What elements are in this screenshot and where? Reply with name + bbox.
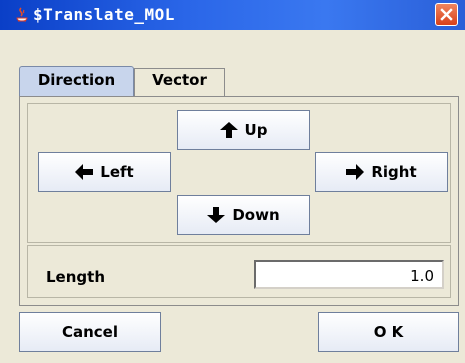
right-button[interactable]: Right: [315, 152, 448, 192]
direction-panel: Up Left Right Down Length 1.0: [19, 96, 459, 306]
right-label: Right: [371, 163, 417, 181]
close-icon: [440, 8, 453, 21]
tab-direction[interactable]: Direction: [19, 66, 134, 96]
length-input[interactable]: 1.0: [254, 260, 444, 289]
arrow-buttons-group: Up Left Right Down: [27, 103, 451, 243]
up-label: Up: [244, 121, 268, 139]
down-label: Down: [232, 206, 280, 224]
left-label: Left: [100, 163, 134, 181]
ok-button[interactable]: O K: [318, 312, 459, 352]
length-row: Length 1.0: [27, 245, 451, 298]
window-title: $Translate_MOL: [33, 5, 175, 24]
close-button[interactable]: [435, 3, 458, 26]
cancel-button[interactable]: Cancel: [19, 312, 161, 352]
arrow-left-icon: [75, 164, 94, 180]
length-label: Length: [46, 268, 105, 286]
up-button[interactable]: Up: [177, 110, 310, 150]
title-bar[interactable]: $Translate_MOL: [0, 0, 465, 30]
arrow-right-icon: [346, 164, 365, 180]
cancel-label: Cancel: [61, 323, 118, 341]
down-button[interactable]: Down: [177, 195, 310, 235]
ok-label: O K: [373, 323, 404, 341]
dialog-window: $Translate_MOL Direction Vector Up Left: [0, 0, 465, 363]
java-cup-icon: [13, 6, 31, 24]
arrow-down-icon: [207, 207, 226, 223]
left-button[interactable]: Left: [38, 152, 171, 192]
arrow-up-icon: [219, 122, 238, 138]
tab-vector[interactable]: Vector: [134, 68, 225, 96]
